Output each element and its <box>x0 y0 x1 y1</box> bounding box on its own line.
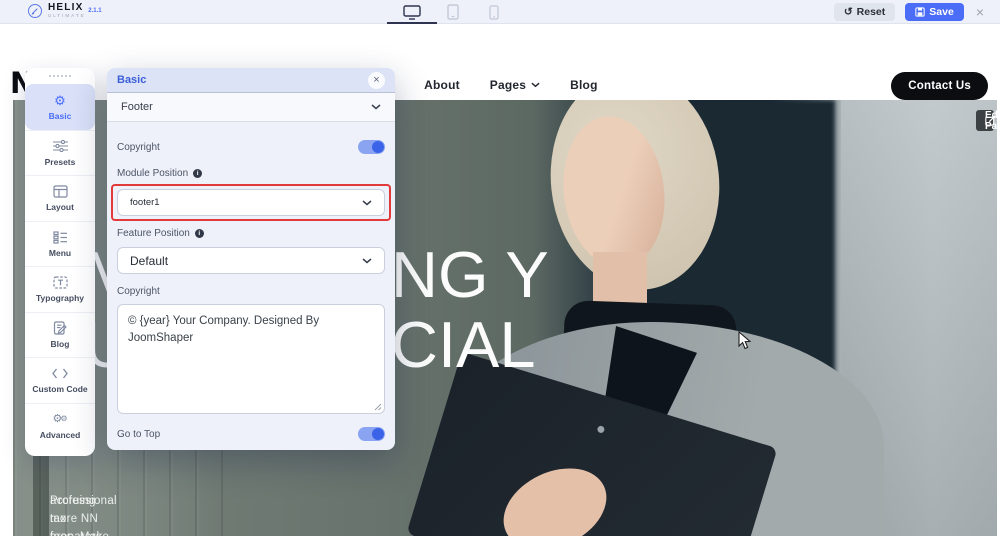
info-icon[interactable]: i <box>194 229 204 238</box>
helix-brand: HELIX ULTIMATE 2.1.1 <box>28 2 102 19</box>
layout-icon <box>52 184 68 199</box>
go-to-top-label: Go to Top <box>117 428 161 440</box>
brand-subtitle: ULTIMATE <box>48 13 86 18</box>
sidebar-item-typography[interactable]: Typography <box>25 266 95 312</box>
hero-paragraph-line2: accruing more NN fees. Make an appointme… <box>50 495 109 536</box>
nav-item-pages-label: Pages <box>489 78 527 92</box>
device-preview-switcher <box>387 2 506 24</box>
mobile-preview-button[interactable] <box>482 3 506 21</box>
save-icon <box>915 7 925 17</box>
sidebar-item-label: Presets <box>44 156 76 167</box>
feature-position-value: Default <box>130 253 169 268</box>
module-position-field-wrap: footer1 <box>111 184 391 221</box>
footer-section-label: Footer <box>121 101 153 113</box>
sidebar-item-label: Typography <box>35 293 84 304</box>
nav-item-pages[interactable]: Pages <box>490 78 540 92</box>
basic-settings-panel: Basic × Footer Copyright Module Position… <box>107 68 395 450</box>
topbar: HELIX ULTIMATE 2.1.1 ↺ Reset Save × <box>0 0 1000 24</box>
hero-heading-fragment: NG Y <box>391 238 549 311</box>
copyright-text-label: Copyright <box>117 286 385 297</box>
typography-icon <box>52 275 68 290</box>
folder-clasp <box>596 425 605 435</box>
go-to-top-toggle[interactable] <box>358 427 385 441</box>
editor-screen: HELIX ULTIMATE 2.1.1 ↺ Reset Save × N Ab… <box>0 0 1000 536</box>
sidebar-item-label: Custom Code <box>32 384 88 395</box>
sliders-icon <box>52 139 68 154</box>
contact-us-button[interactable]: Contact Us <box>891 72 988 100</box>
desktop-preview-button[interactable] <box>387 3 437 24</box>
chevron-down-icon <box>362 257 372 263</box>
panel-header: Basic × <box>107 68 395 93</box>
sidebar-item-blog[interactable]: Blog <box>25 311 95 358</box>
blog-icon <box>53 321 67 336</box>
settings-sidebar: ⚙ Basic Presets Layout Menu Typography B… <box>25 68 95 456</box>
tablet-preview-button[interactable] <box>441 3 465 21</box>
topbar-actions: ↺ Reset Save × <box>833 3 986 21</box>
brand-text: HELIX ULTIMATE 2.1.1 <box>48 2 102 19</box>
panel-close-icon[interactable]: × <box>368 71 385 89</box>
site-nav-links: Home About Pages Blog <box>360 78 598 92</box>
gears-icon: ⚙ ⚙ <box>52 412 68 425</box>
save-label: Save <box>929 6 954 18</box>
module-position-label: Module Position i <box>117 168 385 179</box>
drag-handle[interactable] <box>25 68 95 84</box>
sidebar-item-advanced[interactable]: ⚙ ⚙ Advanced <box>25 402 95 449</box>
reset-icon: ↺ <box>843 6 853 18</box>
chevron-down-icon <box>531 82 540 88</box>
brand-name: HELIX <box>48 2 84 13</box>
copyright-toggle[interactable] <box>358 140 385 154</box>
edit-page-label: Edit Page <box>985 109 997 132</box>
feature-position-select[interactable]: Default <box>117 247 385 274</box>
menu-list-icon <box>52 230 68 245</box>
module-position-label-text: Module Position <box>117 168 189 179</box>
sidebar-item-custom-code[interactable]: Custom Code <box>25 357 95 403</box>
edit-page-button[interactable]: Edit Page <box>976 109 997 132</box>
copyright-textarea-wrap: © {year} Your Company. Designed By JoomS… <box>117 304 385 414</box>
gear-icon: ⚙ <box>54 92 66 108</box>
sidebar-item-label: Basic <box>48 110 72 121</box>
chevron-down-icon <box>362 199 372 205</box>
chevron-down-icon <box>371 104 381 110</box>
code-icon <box>52 366 68 381</box>
panel-title: Basic <box>117 74 147 86</box>
copyright-textarea[interactable]: © {year} Your Company. Designed By JoomS… <box>117 304 385 414</box>
info-icon[interactable]: i <box>193 169 203 178</box>
sidebar-item-basic[interactable]: ⚙ Basic <box>25 84 95 130</box>
copyright-toggle-row: Copyright <box>117 140 385 154</box>
brand-version: 2.1.1 <box>88 8 102 14</box>
sidebar-item-presets[interactable]: Presets <box>25 129 95 176</box>
module-position-select[interactable]: footer1 <box>117 189 385 216</box>
sidebar-item-label: Blog <box>50 338 70 349</box>
reset-button[interactable]: ↺ Reset <box>833 3 896 21</box>
feature-position-label: Feature Position i <box>117 228 385 239</box>
copyright-text-label-text: Copyright <box>117 286 160 297</box>
sidebar-item-menu[interactable]: Menu <box>25 220 95 267</box>
feature-position-label-text: Feature Position <box>117 228 190 239</box>
sidebar-item-label: Menu <box>48 247 72 258</box>
nav-item-blog[interactable]: Blog <box>570 78 597 92</box>
nav-item-about[interactable]: About <box>424 78 460 92</box>
sidebar-item-layout[interactable]: Layout <box>25 175 95 221</box>
module-position-value: footer1 <box>130 197 160 208</box>
copyright-toggle-label: Copyright <box>117 141 160 153</box>
hero-heading-fragment: CIAL <box>391 308 536 381</box>
panel-body: Copyright Module Position i footer1 Feat… <box>107 122 395 441</box>
go-to-top-row: Go to Top <box>117 427 385 441</box>
reset-label: Reset <box>856 6 886 18</box>
helix-logo-icon <box>28 3 42 18</box>
sidebar-item-label: Layout <box>46 202 74 213</box>
footer-section-accordion[interactable]: Footer <box>107 93 395 122</box>
save-button[interactable]: Save <box>905 3 964 21</box>
sidebar-item-label: Advanced <box>39 429 81 440</box>
close-editor-icon[interactable]: × <box>974 5 986 19</box>
